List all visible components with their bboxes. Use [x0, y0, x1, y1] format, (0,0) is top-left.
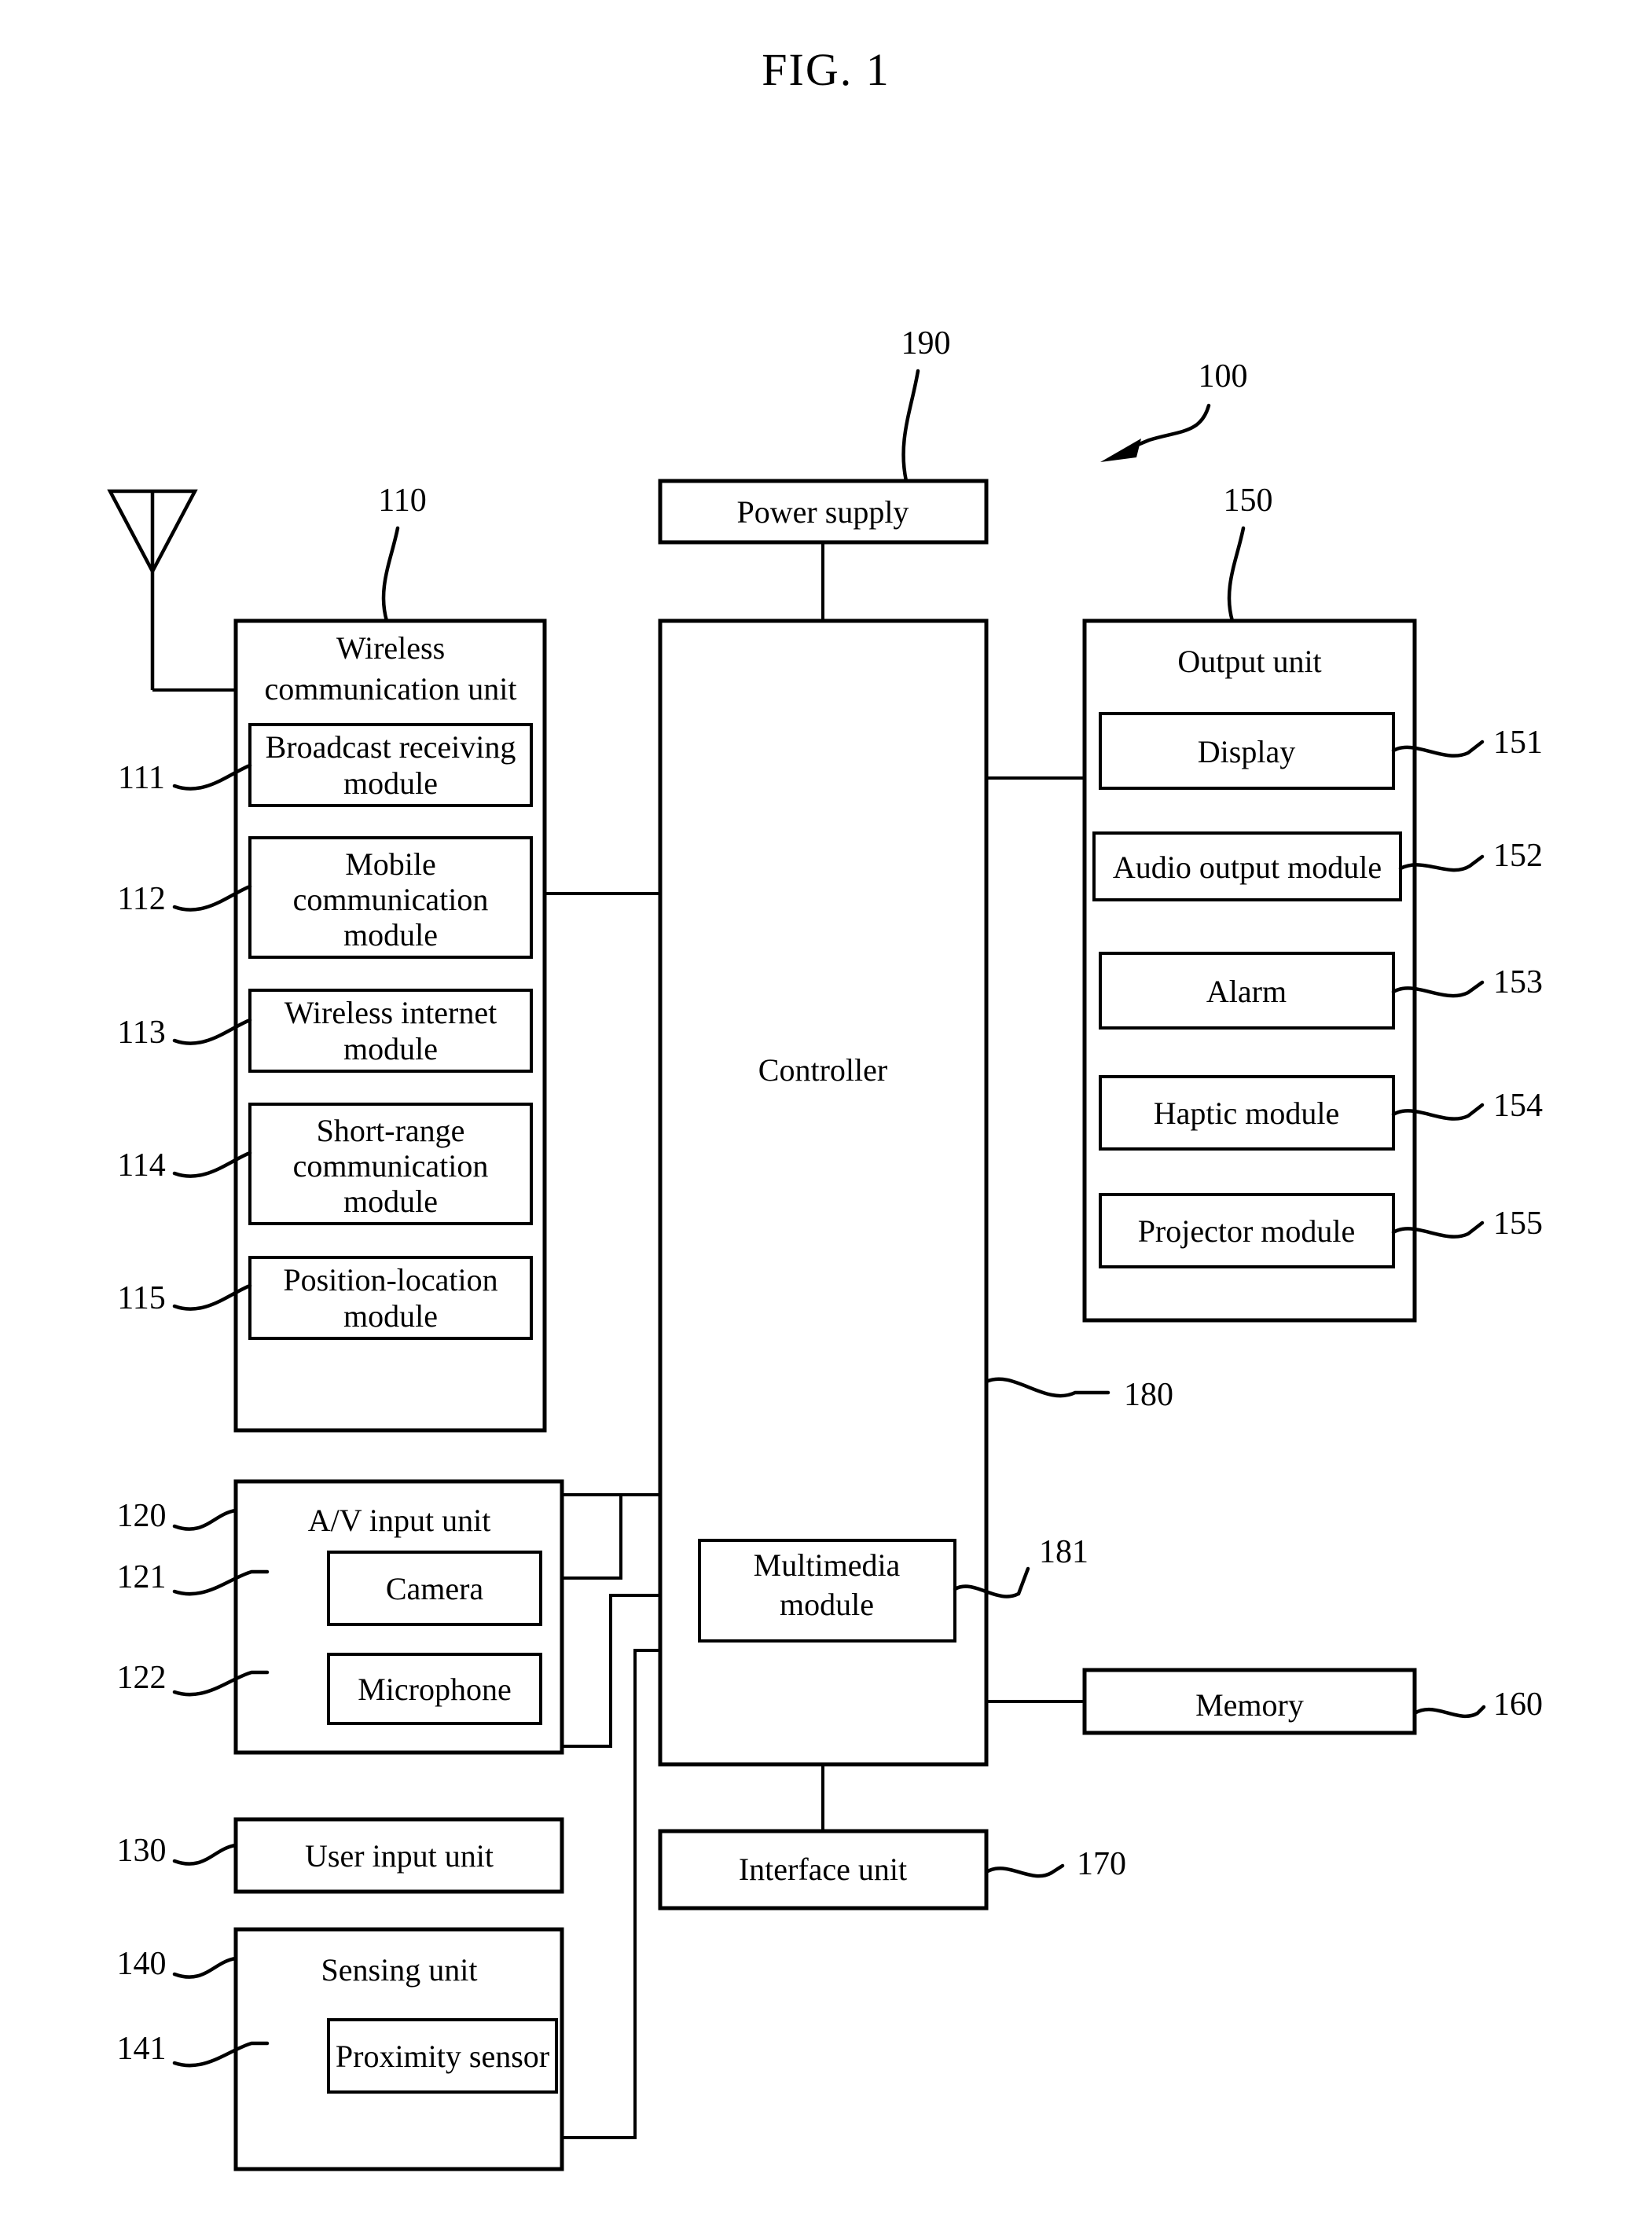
controller-label: Controller	[758, 1052, 887, 1088]
broadcast-receiving-module-label-line2: module	[343, 765, 438, 801]
pointer-arrow-icon	[1100, 403, 1211, 462]
ref-111: 111	[118, 760, 165, 796]
projector-module-label: Projector module	[1138, 1213, 1356, 1249]
ref-153: 153	[1493, 964, 1543, 1000]
multimedia-module-label-line2: module	[780, 1587, 874, 1622]
proximity-sensor-label: Proximity sensor	[336, 2039, 549, 2074]
diagram-canvas: FIG. 1 Power supply 190 Controller 180 M…	[107, 44, 1543, 2171]
sensing-unit-title: Sensing unit	[321, 1952, 478, 1988]
ref-130: 130	[117, 1833, 167, 1869]
av-input-unit-title: A/V input unit	[308, 1503, 491, 1538]
memory-label: Memory	[1195, 1687, 1304, 1723]
ref-112: 112	[117, 881, 165, 917]
ref-122: 122	[117, 1660, 167, 1696]
patent-figure-sheet: FIG. 1 Power supply 190 Controller 180 M…	[0, 0, 1652, 2228]
ref-150: 150	[1224, 483, 1273, 519]
ref-110: 110	[378, 483, 426, 519]
ref-190: 190	[901, 325, 951, 362]
ref-120: 120	[117, 1498, 167, 1534]
ref-152: 152	[1493, 838, 1543, 874]
wireless-unit-title-line2: communication unit	[264, 671, 516, 707]
ref-180: 180	[1124, 1377, 1173, 1413]
position-location-module-label-line1: Position-location	[283, 1262, 497, 1298]
camera-label: Camera	[386, 1571, 484, 1606]
ref-100: 100	[1199, 358, 1248, 395]
ref-160: 160	[1493, 1687, 1543, 1723]
user-input-unit-label: User input unit	[305, 1838, 494, 1874]
alarm-label: Alarm	[1206, 974, 1287, 1009]
mobile-communication-module-label-line3: module	[343, 917, 438, 952]
antenna-icon	[107, 489, 236, 692]
ref-154: 154	[1493, 1088, 1543, 1124]
figure-title: FIG. 1	[762, 44, 890, 95]
ref-115: 115	[117, 1280, 165, 1316]
short-range-module-label-line3: module	[343, 1184, 438, 1219]
mobile-communication-module-label-line1: Mobile	[345, 846, 436, 882]
power-supply-label: Power supply	[737, 494, 909, 530]
ref-170: 170	[1077, 1846, 1126, 1882]
haptic-module-label: Haptic module	[1154, 1096, 1340, 1131]
ref-113: 113	[117, 1015, 165, 1051]
position-location-module-label-line2: module	[343, 1298, 438, 1334]
ref-114: 114	[117, 1147, 165, 1184]
ref-141: 141	[117, 2031, 167, 2067]
interface-unit-label: Interface unit	[739, 1852, 907, 1887]
short-range-module-label-line2: communication	[293, 1148, 489, 1184]
display-label: Display	[1198, 734, 1295, 769]
microphone-label: Microphone	[358, 1672, 512, 1707]
ref-140: 140	[117, 1946, 167, 1982]
short-range-module-label-line1: Short-range	[317, 1113, 465, 1148]
ref-121: 121	[117, 1559, 167, 1595]
ref-151: 151	[1493, 725, 1543, 761]
multimedia-module-label-line1: Multimedia	[754, 1547, 901, 1583]
broadcast-receiving-module-label-line1: Broadcast receiving	[266, 729, 516, 765]
wireless-internet-module-label-line1: Wireless internet	[285, 995, 497, 1030]
audio-output-module-label: Audio output module	[1113, 850, 1382, 885]
mobile-communication-module-label-line2: communication	[293, 882, 489, 917]
ref-181: 181	[1039, 1534, 1088, 1570]
wireless-internet-module-label-line2: module	[343, 1031, 438, 1066]
output-unit-title: Output unit	[1177, 644, 1321, 679]
ref-155: 155	[1493, 1206, 1543, 1242]
wireless-unit-title-line1: Wireless	[336, 630, 445, 666]
